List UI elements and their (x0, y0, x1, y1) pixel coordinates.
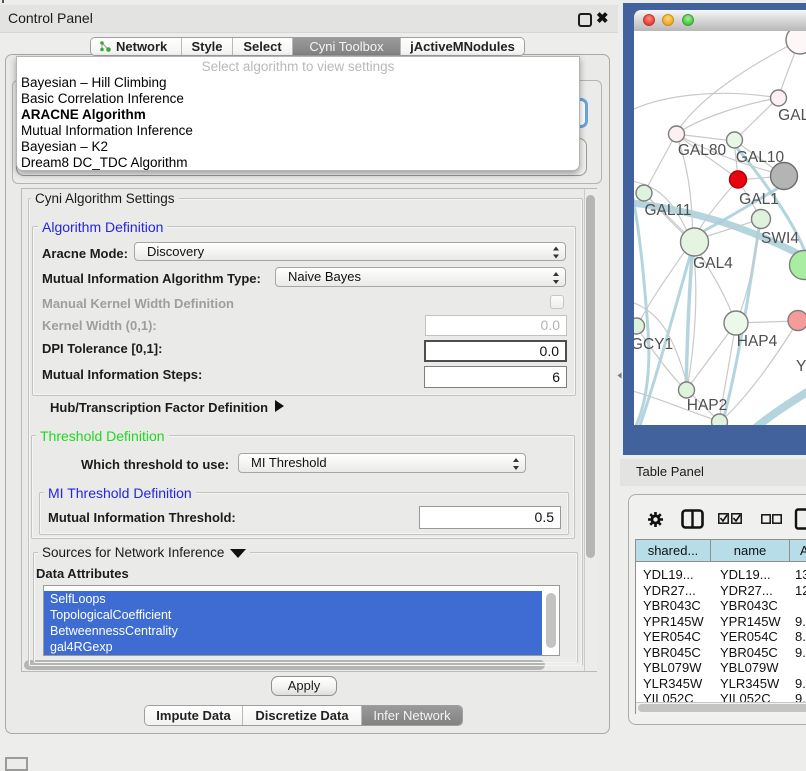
svg-text:SWI4: SWI4 (761, 230, 799, 247)
svg-text:GAL2: GAL2 (778, 107, 806, 124)
svg-text:GAL1: GAL1 (739, 191, 779, 208)
svg-text:HAP2: HAP2 (687, 397, 728, 414)
svg-text:GAL10: GAL10 (736, 149, 785, 166)
svg-text:GCY1: GCY1 (634, 336, 673, 353)
svg-text:Y: Y (796, 358, 806, 375)
svg-text:GAL4: GAL4 (693, 255, 733, 272)
svg-text:GAL11: GAL11 (644, 202, 691, 219)
svg-text:GAL80: GAL80 (678, 142, 727, 159)
svg-text:HAP4: HAP4 (737, 333, 778, 350)
